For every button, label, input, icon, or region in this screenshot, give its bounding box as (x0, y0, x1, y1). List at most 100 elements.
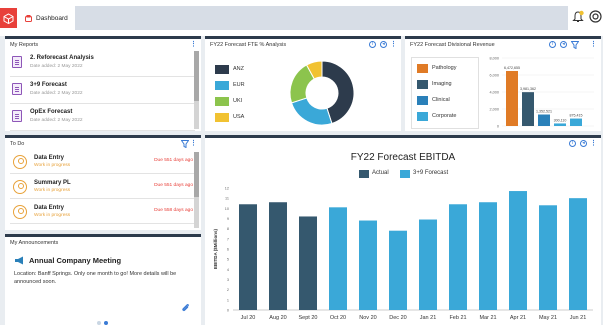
x-tick-label: Apr 21 (510, 315, 526, 321)
todo-title: Data Entry (34, 155, 65, 161)
legend-swatch (215, 65, 229, 74)
revenue-bar[interactable] (570, 118, 582, 126)
forecast-bar[interactable] (509, 191, 527, 310)
announcement-headline: Annual Company Meeting (29, 256, 122, 265)
legend-label: EUR (233, 82, 245, 88)
fte-analysis-panel: FY22 Forecast FTE % Analysis i ◂ ⋮ ANZ E… (205, 36, 401, 131)
app-logo[interactable] (0, 8, 17, 28)
attachment-icon[interactable] (181, 303, 190, 312)
notifications-button[interactable] (572, 10, 584, 24)
carousel-dot-active[interactable] (104, 321, 108, 325)
legend-swatch (417, 112, 428, 121)
bar-value-label: 1,352,521 (536, 110, 552, 114)
back-icon[interactable]: ◂ (560, 41, 567, 48)
revenue-bar[interactable] (538, 114, 550, 126)
scrollbar[interactable] (194, 152, 199, 228)
legend-label: Pathology (432, 65, 457, 71)
announcements-panel: My Announcements Annual Company Meeting … (5, 234, 201, 325)
gear-icon (589, 10, 602, 23)
legend-swatch (417, 80, 428, 89)
scrollbar[interactable] (194, 51, 199, 129)
y-axis-label: EBITDA ($Millions) (213, 228, 218, 269)
todo-item[interactable]: Summary PL Work in progress Due 551 days… (10, 177, 195, 199)
y-tick-label: 4 (227, 268, 229, 272)
revenue-bar[interactable] (554, 123, 566, 126)
panel-title: My Announcements (10, 240, 59, 246)
tab-label: Dashboard (36, 14, 68, 22)
cube-icon (3, 12, 14, 24)
y-tick-label: 0 (227, 309, 229, 313)
todo-panel: To Do ⋮ Data Entry Work in progress Due … (5, 135, 201, 230)
filter-icon[interactable] (571, 41, 579, 49)
bar-value-label: 875,415 (570, 114, 583, 118)
filter-icon[interactable] (181, 140, 189, 148)
forecast-bar[interactable] (329, 207, 347, 310)
forecast-bar[interactable] (449, 204, 467, 310)
todo-status: Work in progress (34, 213, 71, 218)
legend-label: USA (233, 114, 245, 120)
actual-bar[interactable] (239, 204, 257, 310)
y-tick-label: 3 (227, 278, 229, 282)
donut-slice-eur[interactable] (290, 97, 333, 126)
legend-swatch (417, 64, 428, 73)
todo-item[interactable]: Data Entry Work in progress Due 551 days… (10, 152, 195, 174)
forecast-bar[interactable] (359, 220, 377, 310)
revenue-bar[interactable] (522, 92, 534, 126)
revenue-bar[interactable] (506, 70, 518, 126)
back-icon[interactable]: ◂ (380, 41, 387, 48)
more-options-button[interactable]: ⋮ (190, 140, 197, 147)
x-tick-label: Aug 20 (269, 315, 286, 321)
x-tick-label: Feb 21 (449, 315, 466, 321)
y-tick-label: 9 (227, 217, 229, 221)
bar-value-label: 6,472,655 (504, 66, 520, 70)
report-item[interactable]: OpEx Forecast Date added: 2 May 2022 (10, 106, 195, 131)
forecast-bar[interactable] (419, 219, 437, 310)
report-title: 2. Reforecast Analysis (30, 55, 94, 61)
actual-bar[interactable] (269, 202, 287, 310)
y-tick-label: 0 (497, 125, 499, 129)
y-tick-label: 4,000 (489, 91, 499, 95)
announcement-body: Location: Banff Springs. Only one month … (14, 271, 177, 285)
more-options-button[interactable]: ⋮ (190, 41, 197, 48)
info-icon[interactable]: i (369, 41, 376, 48)
tab-dashboard[interactable]: Dashboard (20, 6, 75, 30)
report-date: Date added: 2 May 2022 (30, 91, 83, 96)
forecast-bar[interactable] (389, 230, 407, 310)
y-tick-label: 6 (227, 248, 229, 252)
todo-status: Work in progress (34, 188, 71, 193)
more-options-button[interactable]: ⋮ (590, 140, 597, 147)
x-tick-label: Jun 21 (570, 315, 587, 321)
info-icon[interactable]: i (569, 140, 576, 147)
bell-icon (572, 10, 584, 22)
todo-due: Due 558 days ago (154, 208, 193, 213)
info-icon[interactable]: i (549, 41, 556, 48)
document-icon (12, 56, 22, 68)
megaphone-icon (15, 256, 23, 265)
x-tick-label: Jan 21 (420, 315, 437, 321)
x-tick-label: Jul 20 (241, 315, 256, 321)
report-item[interactable]: 3+9 Forecast Date added: 2 May 2022 (10, 79, 195, 104)
my-reports-panel: My Reports ⋮ 2. Reforecast Analysis Date… (5, 36, 201, 131)
report-item[interactable]: 2. Reforecast Analysis Date added: 2 May… (10, 52, 195, 77)
document-icon (12, 110, 22, 122)
x-tick-label: Mar 21 (479, 315, 496, 321)
actual-bar[interactable] (299, 216, 317, 310)
forecast-bar[interactable] (479, 202, 497, 310)
settings-button[interactable] (589, 10, 602, 23)
more-options-button[interactable]: ⋮ (390, 41, 397, 48)
todo-item[interactable]: Data Entry Work in progress Due 558 days… (10, 202, 195, 224)
legend-label: ANZ (233, 66, 244, 72)
back-icon[interactable]: ◂ (580, 140, 587, 147)
dashboard-icon (25, 14, 32, 22)
donut-chart (289, 60, 355, 126)
panel-title: FY22 Forecast Divisional Revenue (410, 42, 495, 48)
x-tick-label: May 21 (539, 315, 557, 321)
carousel-dot[interactable] (97, 321, 101, 325)
legend-swatch-forecast (400, 170, 410, 178)
forecast-bar[interactable] (539, 205, 557, 310)
more-options-button[interactable]: ⋮ (590, 41, 597, 48)
y-tick-label: 11 (225, 197, 229, 201)
x-tick-label: Oct 20 (330, 315, 346, 321)
forecast-bar[interactable] (569, 198, 587, 310)
legend-label: Imaging (432, 81, 452, 87)
